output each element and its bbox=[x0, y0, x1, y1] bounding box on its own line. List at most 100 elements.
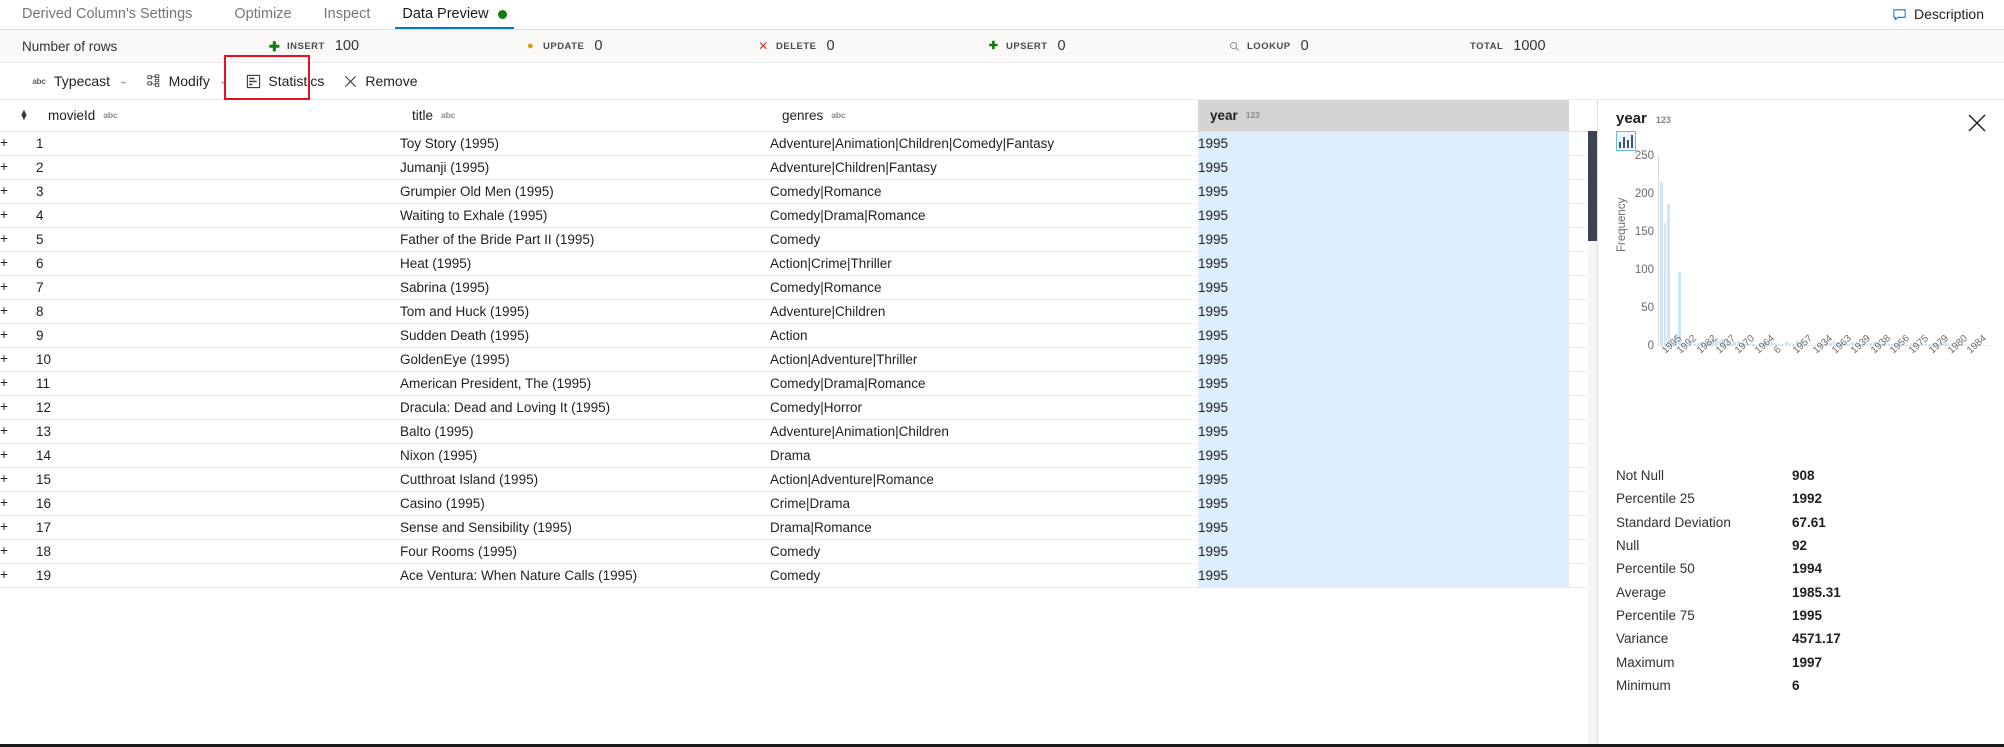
close-icon[interactable] bbox=[1966, 112, 1988, 134]
row-count-bar: Number of rows ✚ INSERT 100 ● UPDATE 0 ✕… bbox=[0, 30, 2004, 63]
table-row[interactable]: +2 Jumanji (1995) Adventure|Children|Fanta… bbox=[0, 155, 1597, 180]
cell-title: Ace Ventura: When Nature Calls (1995) bbox=[400, 563, 770, 588]
table-row[interactable]: +14 Nixon (1995) Drama 1995 bbox=[0, 443, 1597, 468]
histogram-icon[interactable] bbox=[1616, 131, 1636, 151]
grid-vertical-scrollbar[interactable] bbox=[1588, 131, 1597, 747]
metric-value: 0 bbox=[826, 38, 835, 54]
statistic-row: Percentile 50 1994 bbox=[1616, 557, 1982, 580]
table-row[interactable]: +5 Father of the Bride Part II (1995) Come… bbox=[0, 227, 1597, 252]
row-expand-icon[interactable]: + bbox=[0, 275, 36, 300]
histogram-bars bbox=[1660, 156, 1990, 346]
cell-title: Father of the Bride Part II (1995) bbox=[400, 227, 770, 252]
statistics-button[interactable]: Statistics bbox=[236, 66, 333, 96]
histogram-bar bbox=[1663, 222, 1667, 346]
metric-value: 0 bbox=[594, 38, 603, 54]
panel-header: year 123 bbox=[1598, 100, 2004, 156]
column-header-genres[interactable]: genres abc bbox=[770, 100, 1198, 132]
table-row[interactable]: +7 Sabrina (1995) Comedy|Romance 1995 bbox=[0, 275, 1597, 300]
row-expand-icon[interactable]: + bbox=[0, 371, 36, 396]
metric-update: ● UPDATE 0 bbox=[524, 38, 602, 54]
statistic-key: Null bbox=[1616, 538, 1640, 554]
column-header-label: title bbox=[412, 107, 434, 123]
modify-button[interactable]: Modify ⌄ bbox=[137, 66, 237, 96]
row-expand-icon[interactable]: + bbox=[0, 227, 36, 252]
cell-title: Casino (1995) bbox=[400, 491, 770, 516]
column-type-icon: 123 bbox=[1655, 115, 1671, 125]
sort-header[interactable]: ▲ ▼ bbox=[0, 100, 36, 132]
table-row[interactable]: +3 Grumpier Old Men (1995) Comedy|Romance 1… bbox=[0, 179, 1597, 204]
table-row[interactable]: +18 Four Rooms (1995) Comedy 1995 bbox=[0, 539, 1597, 564]
remove-button[interactable]: Remove bbox=[333, 66, 426, 96]
tab-derived-column-settings[interactable]: Derived Column's Settings bbox=[0, 0, 218, 29]
row-expand-icon[interactable]: + bbox=[0, 539, 36, 564]
row-expand-icon[interactable]: + bbox=[0, 179, 36, 204]
table-row[interactable]: +13 Balto (1995) Adventure|Animation|Child… bbox=[0, 419, 1597, 444]
row-expand-icon[interactable]: + bbox=[0, 443, 36, 468]
column-header-movieid[interactable]: movieId abc bbox=[36, 100, 400, 132]
table-row[interactable]: +4 Waiting to Exhale (1995) Comedy|Drama|R… bbox=[0, 203, 1597, 228]
histogram-bar bbox=[1986, 344, 1990, 346]
x-axis-ticks: 1995 1992 1982 1937 1970 1964 6 1957 1934 1963 193… bbox=[1658, 333, 1994, 408]
tab-optimize[interactable]: Optimize bbox=[218, 0, 307, 29]
statistic-value: 1994 bbox=[1792, 561, 1823, 577]
row-expand-icon[interactable]: + bbox=[0, 155, 36, 180]
table-row[interactable]: +12 Dracula: Dead and Loving It (1995) Com… bbox=[0, 395, 1597, 420]
x-axis-tick-label: 6 bbox=[1772, 344, 1784, 357]
row-expand-icon[interactable]: + bbox=[0, 251, 36, 276]
row-expand-icon[interactable]: + bbox=[0, 515, 36, 540]
cell-genres: Adventure|Children bbox=[770, 299, 1198, 324]
tab-inspect[interactable]: Inspect bbox=[308, 0, 387, 29]
data-preview-grid: ▲ ▼ movieId abc title abc genres abc yea… bbox=[0, 100, 1597, 747]
table-row[interactable]: +17 Sense and Sensibility (1995) Drama|Rom… bbox=[0, 515, 1597, 540]
column-type-icon: abc bbox=[103, 110, 118, 121]
row-expand-icon[interactable]: + bbox=[0, 323, 36, 348]
row-expand-icon[interactable]: + bbox=[0, 563, 36, 588]
statistic-row: Percentile 75 1995 bbox=[1616, 604, 1982, 627]
typecast-button[interactable]: abc Typecast ⌄ bbox=[22, 66, 137, 96]
metric-insert: ✚ INSERT 100 bbox=[268, 38, 359, 54]
cell-genres: Comedy bbox=[770, 227, 1198, 252]
table-row[interactable]: +19 Ace Ventura: When Nature Calls (1995)… bbox=[0, 563, 1597, 588]
y-axis-tick-label: 200 bbox=[1634, 188, 1654, 200]
row-expand-icon[interactable]: + bbox=[0, 467, 36, 492]
number-of-rows-label: Number of rows bbox=[22, 38, 118, 54]
plus-icon: ✚ bbox=[268, 38, 281, 54]
cell-year: 1995 bbox=[1198, 467, 1569, 492]
cell-title: American President, The (1995) bbox=[400, 371, 770, 396]
cell-movieid: 10 bbox=[36, 347, 400, 372]
statistic-row: Minimum 6 bbox=[1616, 674, 1982, 697]
statistic-value: 1997 bbox=[1792, 654, 1823, 670]
table-row[interactable]: +6 Heat (1995) Action|Crime|Thriller 1995 bbox=[0, 251, 1597, 276]
statistic-key: Minimum bbox=[1616, 677, 1671, 693]
description-button[interactable]: Description bbox=[1886, 3, 1990, 25]
table-row[interactable]: +15 Cutthroat Island (1995) Action|Adventu… bbox=[0, 467, 1597, 492]
row-expand-icon[interactable]: + bbox=[0, 491, 36, 516]
table-row[interactable]: +11 American President, The (1995) Comedy|… bbox=[0, 371, 1597, 396]
statistic-row: Maximum 1997 bbox=[1616, 650, 1982, 673]
sort-icon: ▲ ▼ bbox=[19, 107, 29, 123]
row-expand-icon[interactable]: + bbox=[0, 299, 36, 324]
cell-title: GoldenEye (1995) bbox=[400, 347, 770, 372]
statistics-label: Statistics bbox=[268, 73, 325, 89]
column-header-title[interactable]: title abc bbox=[400, 100, 770, 132]
table-row[interactable]: +16 Casino (1995) Crime|Drama 1995 bbox=[0, 491, 1597, 516]
column-header-year[interactable]: year 123 bbox=[1198, 100, 1569, 132]
table-row[interactable]: +10 GoldenEye (1995) Action|Adventure|Thri… bbox=[0, 347, 1597, 372]
cell-title: Sabrina (1995) bbox=[400, 275, 770, 300]
pencil-dot-icon: ● bbox=[527, 39, 534, 52]
row-expand-icon[interactable]: + bbox=[0, 131, 36, 156]
row-expand-icon[interactable]: + bbox=[0, 203, 36, 228]
row-expand-icon[interactable]: + bbox=[0, 395, 36, 420]
row-expand-icon[interactable]: + bbox=[0, 347, 36, 372]
tab-data-preview[interactable]: Data Preview bbox=[386, 0, 522, 29]
table-row[interactable]: +1 Toy Story (1995) Adventure|Animation|Ch… bbox=[0, 131, 1597, 156]
cell-genres: Comedy|Horror bbox=[770, 395, 1198, 420]
cell-movieid: 3 bbox=[36, 179, 400, 204]
row-expand-icon[interactable]: + bbox=[0, 419, 36, 444]
cell-genres: Adventure|Animation|Children|Comedy|Fant… bbox=[770, 131, 1198, 156]
table-row[interactable]: +9 Sudden Death (1995) Action 1995 bbox=[0, 323, 1597, 348]
cell-movieid: 4 bbox=[36, 203, 400, 228]
statistics-icon bbox=[245, 73, 261, 89]
scrollbar-thumb[interactable] bbox=[1588, 131, 1597, 241]
table-row[interactable]: +8 Tom and Huck (1995) Adventure|Children 1… bbox=[0, 299, 1597, 324]
